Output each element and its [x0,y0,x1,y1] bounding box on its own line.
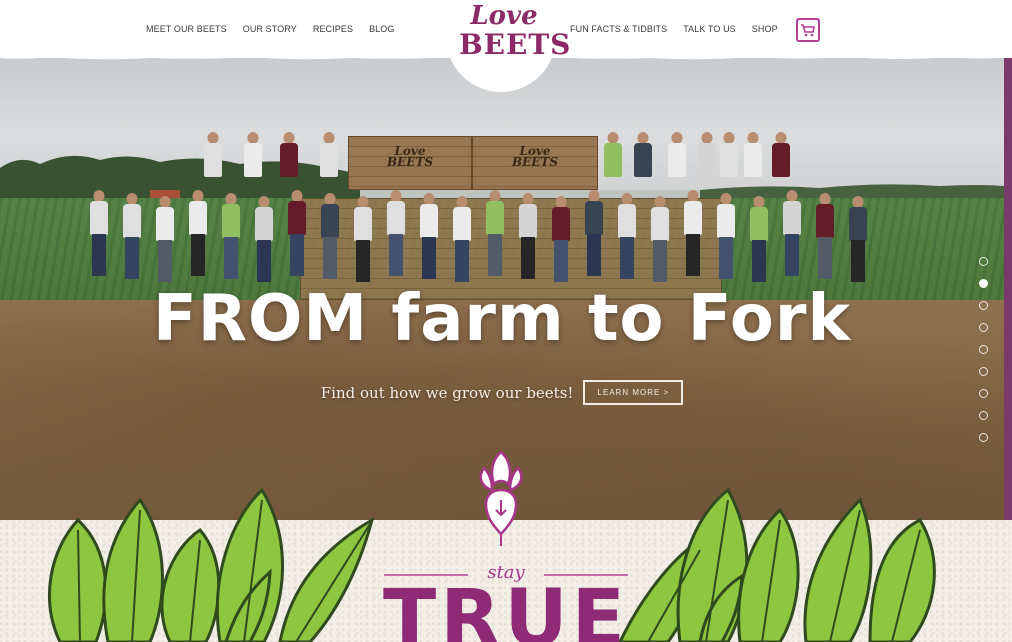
slide-dot[interactable] [979,367,988,376]
hero-subtitle-row: Find out how we grow our beets! LEARN MO… [0,380,1004,405]
nav-item-meet-our-beets[interactable]: MEET OUR BEETS [146,24,227,34]
slide-dot[interactable] [979,345,988,354]
nav-item-shop[interactable]: SHOP [752,24,778,34]
true-heading: TRUE [383,574,629,642]
learn-more-button[interactable]: LEARN MORE > [583,380,684,405]
nav-right: FUN FACTS & TIDBITS TALK TO US SHOP [570,24,778,34]
nav-item-recipes[interactable]: RECIPES [313,24,353,34]
nav-item-talk-to-us[interactable]: TALK TO US [683,24,736,34]
logo-beets: BEETS [459,28,572,61]
slide-dot[interactable] [979,323,988,332]
shopping-cart-icon[interactable] [796,18,820,42]
slide-dot-active[interactable] [979,279,988,288]
hero-title: FROM farm to Fork [153,282,851,356]
beet-icon [479,450,523,546]
side-accent-bar [1004,58,1012,520]
slide-dot[interactable] [979,389,988,398]
page: Love BEETS Love BEETS FROM farm to Fork … [0,0,1012,642]
slide-dot[interactable] [979,301,988,310]
nav-item-fun-facts[interactable]: FUN FACTS & TIDBITS [570,24,667,34]
love-beets-logo[interactable]: Love BEETS [459,1,572,74]
slide-dots [979,257,988,442]
nav-item-our-story[interactable]: OUR STORY [243,24,297,34]
hero-subtitle: Find out how we grow our beets! [320,383,574,402]
logo-love: Love [470,1,538,31]
cart-icon-glyph [801,24,815,37]
nav-item-blog[interactable]: BLOG [369,24,394,34]
nav-left: MEET OUR BEETS OUR STORY RECIPES BLOG [146,24,394,34]
slide-dot[interactable] [979,433,988,442]
slide-dot[interactable] [979,257,988,266]
slide-dot[interactable] [979,411,988,420]
